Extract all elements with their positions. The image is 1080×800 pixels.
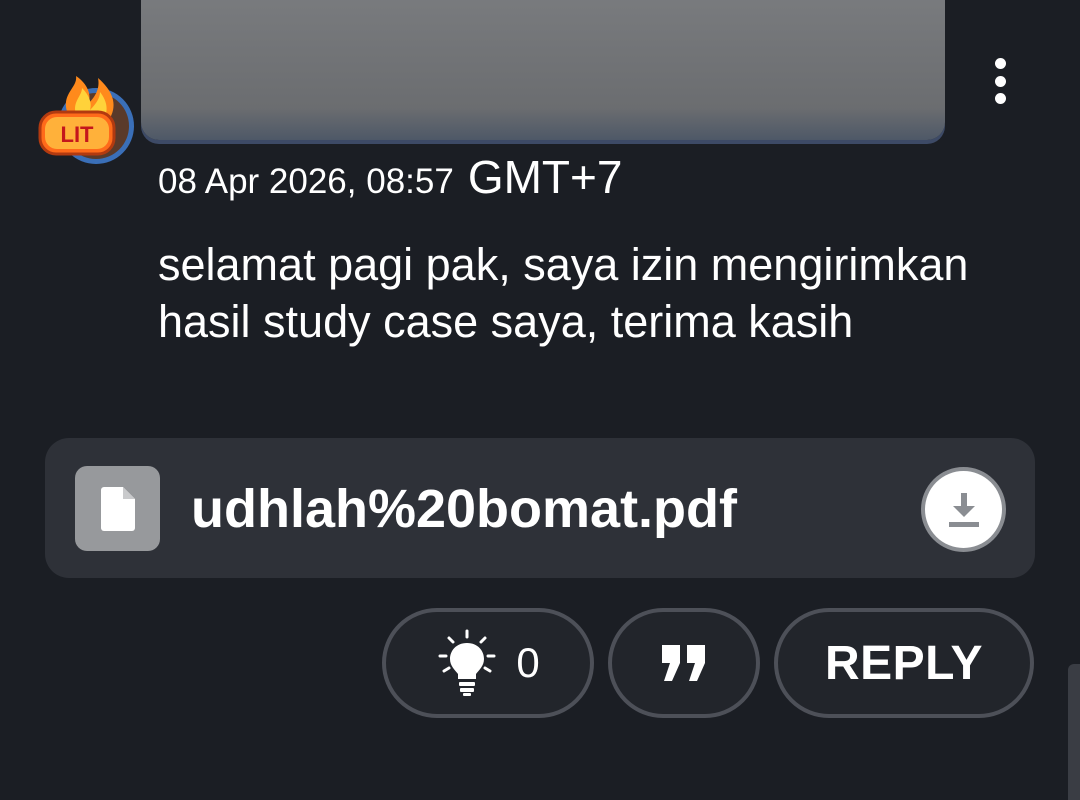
timestamp-date: 08 Apr 2026, 08:57 — [158, 162, 454, 201]
scrollbar[interactable] — [1068, 664, 1080, 800]
like-button[interactable]: 0 — [382, 608, 594, 718]
download-icon — [948, 492, 979, 527]
attachment-file-name[interactable]: udhlah%20bomat.pdf — [191, 478, 737, 540]
quote-button[interactable] — [608, 608, 760, 718]
download-button[interactable] — [921, 467, 1006, 552]
image-attachment-preview[interactable] — [141, 0, 945, 140]
lightbulb-icon — [438, 629, 496, 696]
more-vertical-icon-dot — [994, 93, 1006, 104]
avatar-badge-text: LIT — [61, 122, 95, 147]
timestamp-zone: GMT+7 — [467, 151, 623, 203]
post-view: LIT 08 Apr 2026, 08:57 GMT+7 selamat pag… — [0, 0, 1080, 800]
reply-button-label: REPLY — [824, 636, 984, 690]
avatar[interactable]: LIT — [38, 74, 134, 170]
lit-fire-icon: LIT — [38, 76, 134, 164]
quote-icon — [662, 645, 705, 681]
more-vertical-icon — [994, 58, 1006, 69]
message-body: selamat pagi pak, saya izin mengirimkan … — [158, 239, 969, 347]
file-attachment[interactable]: udhlah%20bomat.pdf — [45, 438, 1035, 578]
reply-button[interactable]: REPLY — [774, 608, 1034, 718]
like-count: 0 — [516, 639, 540, 686]
document-icon — [75, 466, 160, 551]
more-vertical-icon-dot — [994, 75, 1006, 87]
post-timestamp: 08 Apr 2026, 08:57 GMT+7 — [158, 150, 623, 203]
more-options-button[interactable] — [980, 54, 1020, 108]
